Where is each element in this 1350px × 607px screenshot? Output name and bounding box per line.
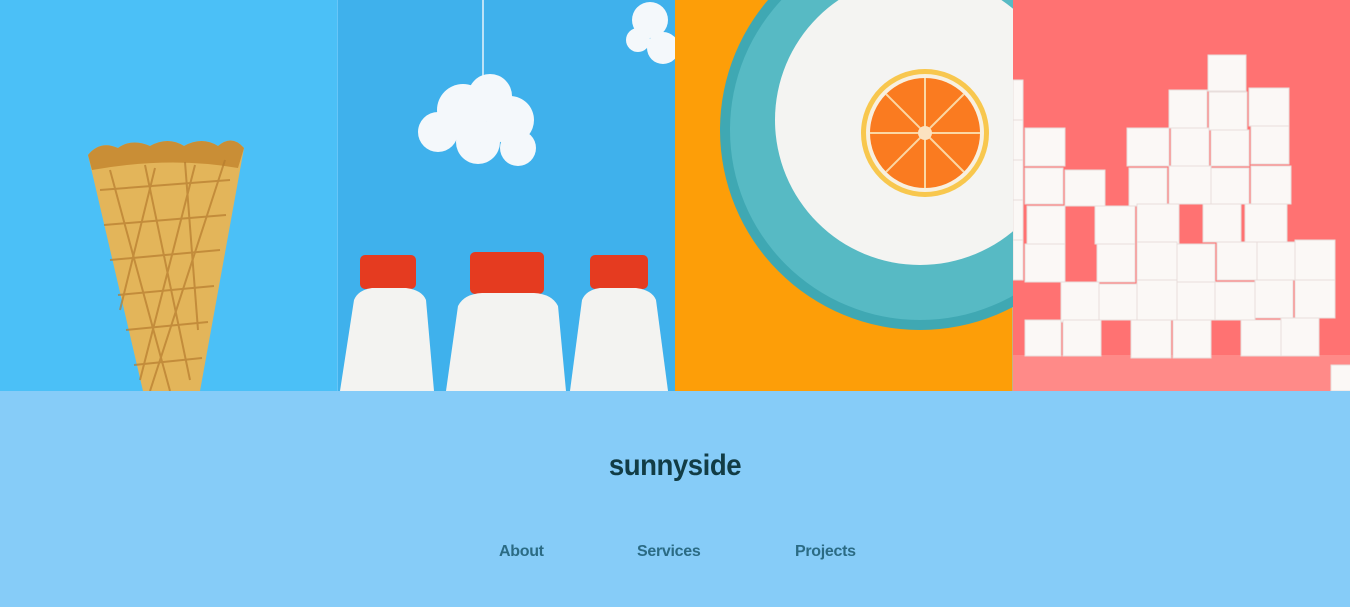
gallery-image-sugar: [1012, 0, 1350, 391]
gallery-image-orange: [675, 0, 1013, 391]
gallery-image-milk: [337, 0, 675, 391]
orange-on-plate-image: [675, 0, 1013, 391]
nav-link-projects[interactable]: Projects: [795, 543, 856, 561]
sugar-cubes-image: [1012, 0, 1350, 391]
nav-link-services[interactable]: Services: [637, 543, 701, 561]
site-logo[interactable]: sunnyside: [54, 449, 1296, 483]
gallery-image-cone: [0, 0, 338, 391]
footer: sunnyside About Services Projects: [0, 391, 1350, 607]
gallery-grid: [0, 0, 1350, 391]
nav-link-about[interactable]: About: [499, 543, 544, 561]
footer-nav: About Services Projects: [0, 543, 1350, 567]
milk-bottles-image: [337, 0, 675, 391]
ice-cream-cone-image: [0, 0, 338, 391]
